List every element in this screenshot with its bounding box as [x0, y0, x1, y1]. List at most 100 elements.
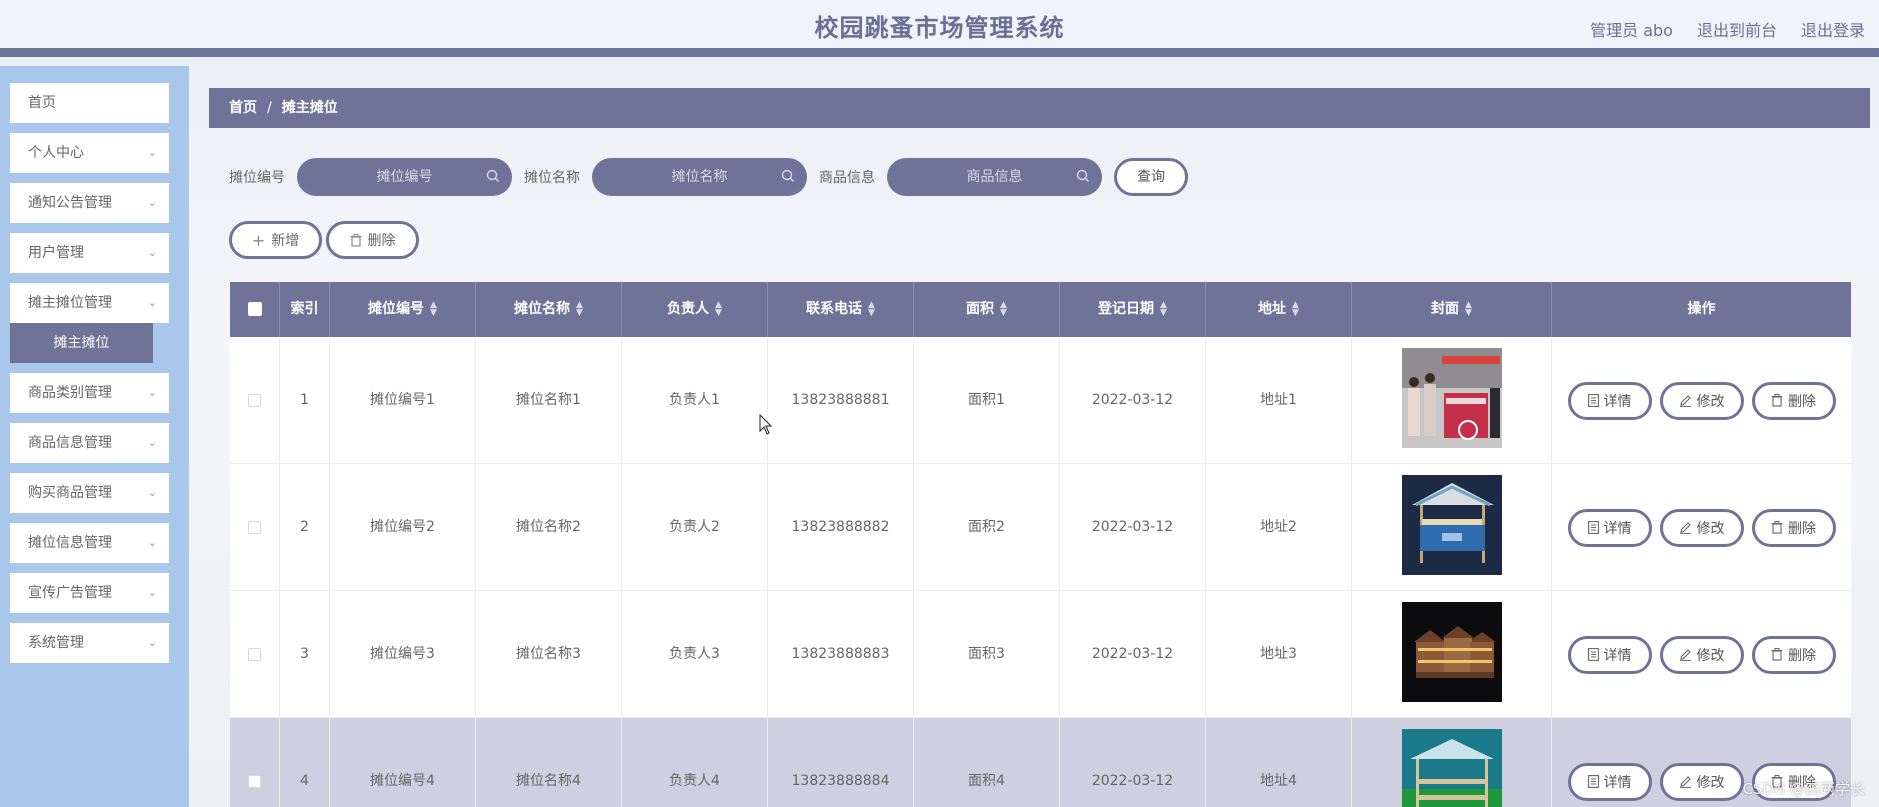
cover-image[interactable] — [1402, 475, 1502, 575]
col-phone[interactable]: 联系电话 ▲ ▼ — [768, 282, 914, 337]
sidebar-item-stall-owner-management[interactable]: 摊主摊位管理 ⌄ — [10, 283, 169, 323]
sort-icon: ▲ ▼ — [1160, 300, 1167, 318]
edit-icon — [1679, 395, 1691, 407]
cell-phone: 13823888884 — [768, 718, 914, 807]
sort-icon: ▲ ▼ — [1465, 300, 1472, 318]
sidebar-item-notice-management[interactable]: 通知公告管理 ⌄ — [10, 183, 169, 223]
delete-label: 删除 — [1788, 393, 1816, 410]
chevron-down-icon: ⌄ — [147, 436, 157, 449]
detail-button[interactable]: 详情 — [1567, 762, 1652, 801]
detail-label: 详情 — [1603, 520, 1632, 537]
cover-image[interactable] — [1402, 602, 1502, 702]
edit-icon — [1679, 649, 1691, 661]
sort-icon: ▲ ▼ — [868, 300, 875, 318]
sidebar-item-personal-center[interactable]: 个人中心 ⌄ — [10, 133, 169, 173]
cell-operations: 详情 修改 删除 — [1552, 337, 1851, 464]
sort-icon: ▲ ▼ — [430, 300, 437, 318]
sidebar-item-label: 宣传广告管理 — [28, 585, 112, 601]
row-checkbox[interactable] — [248, 647, 261, 661]
cell-date: 2022-03-12 — [1060, 464, 1206, 591]
admin-user-label[interactable]: 管理员 abo — [1590, 17, 1673, 41]
search-icon — [1076, 169, 1089, 182]
cell-date: 2022-03-12 — [1060, 337, 1206, 464]
detail-button[interactable]: 详情 — [1567, 635, 1652, 674]
cell-operations: 详情 修改 删除 — [1552, 591, 1851, 718]
stall-name-input[interactable] — [592, 158, 807, 196]
sidebar-item-home[interactable]: 首页 — [10, 83, 169, 123]
sidebar-subitem-stall-owner-stall[interactable]: 摊主摊位 — [10, 323, 153, 363]
col-label: 摊位编号 — [368, 301, 425, 317]
edit-label: 修改 — [1696, 520, 1725, 537]
stall-code-input[interactable] — [297, 158, 512, 196]
cell-index: 3 — [280, 591, 330, 718]
delete-button[interactable]: 删除 — [1751, 635, 1836, 674]
delete-button[interactable]: 删除 — [1751, 381, 1836, 420]
goods-info-input[interactable] — [887, 158, 1102, 196]
sidebar-item-label: 通知公告管理 — [28, 195, 112, 211]
sidebar-item-stall-info-management[interactable]: 摊位信息管理 ⌄ — [10, 523, 169, 563]
edit-label: 修改 — [1696, 774, 1725, 791]
chevron-down-icon: ⌄ — [147, 536, 157, 549]
col-date[interactable]: 登记日期 ▲ ▼ — [1060, 282, 1206, 337]
row-checkbox[interactable] — [248, 520, 261, 534]
row-checkbox[interactable] — [248, 774, 261, 788]
table-row: 2 摊位编号2 摊位名称2 负责人2 13823888882 面积2 2022-… — [230, 464, 1851, 591]
watermark: CSDN @四两学长 — [1742, 780, 1865, 798]
col-area[interactable]: 面积 ▲ ▼ — [914, 282, 1060, 337]
goods-info-search — [887, 158, 1102, 196]
add-button[interactable]: + 新增 — [229, 221, 322, 259]
cell-phone: 13823888881 — [768, 337, 914, 464]
delete-button[interactable]: 删除 — [1751, 508, 1836, 547]
sidebar-item-label: 用户管理 — [28, 245, 84, 261]
edit-label: 修改 — [1696, 393, 1725, 410]
cell-address: 地址4 — [1206, 718, 1352, 807]
select-all-checkbox[interactable] — [247, 302, 262, 316]
cell-operations: 详情 修改 删除 — [1552, 464, 1851, 591]
row-select-cell — [230, 591, 280, 718]
top-bar: 校园跳蚤市场管理系统 管理员 abo 退出到前台 退出登录 — [0, 0, 1879, 57]
cell-phone: 13823888882 — [768, 464, 914, 591]
batch-delete-button[interactable]: 删除 — [326, 221, 419, 259]
breadcrumb-home[interactable]: 首页 — [229, 100, 257, 116]
logout-link[interactable]: 退出登录 — [1801, 17, 1865, 41]
col-stall-name[interactable]: 摊位名称 ▲ ▼ — [476, 282, 622, 337]
delete-label: 删除 — [1788, 647, 1816, 664]
sidebar-item-label: 购买商品管理 — [28, 485, 112, 501]
col-cover[interactable]: 封面 ▲ ▼ — [1352, 282, 1552, 337]
col-owner[interactable]: 负责人 ▲ ▼ — [622, 282, 768, 337]
sidebar-item-label: 系统管理 — [28, 635, 84, 651]
sidebar-item-purchase-management[interactable]: 购买商品管理 ⌄ — [10, 473, 169, 513]
sidebar-item-ad-management[interactable]: 宣传广告管理 ⌄ — [10, 573, 169, 613]
detail-button[interactable]: 详情 — [1567, 508, 1652, 547]
edit-button[interactable]: 修改 — [1659, 762, 1744, 801]
chevron-down-icon: ⌄ — [147, 196, 157, 209]
table-row: 3 摊位编号3 摊位名称3 负责人3 13823888883 面积3 2022-… — [230, 591, 1851, 718]
sidebar-item-system-management[interactable]: 系统管理 ⌄ — [10, 623, 169, 663]
cell-stall-code: 摊位编号2 — [330, 464, 476, 591]
cell-owner: 负责人4 — [622, 718, 768, 807]
col-label: 负责人 — [667, 301, 710, 317]
exit-to-front-link[interactable]: 退出到前台 — [1697, 17, 1777, 41]
sidebar-item-category-management[interactable]: 商品类别管理 ⌄ — [10, 373, 169, 413]
detail-button[interactable]: 详情 — [1567, 381, 1652, 420]
table-row: 4 摊位编号4 摊位名称4 负责人4 13823888884 面积4 2022-… — [230, 718, 1851, 807]
edit-button[interactable]: 修改 — [1659, 635, 1744, 674]
col-address[interactable]: 地址 ▲ ▼ — [1206, 282, 1352, 337]
detail-label: 详情 — [1603, 774, 1632, 791]
edit-icon — [1679, 776, 1691, 788]
cover-image[interactable] — [1402, 729, 1502, 807]
sidebar-item-goods-management[interactable]: 商品信息管理 ⌄ — [10, 423, 169, 463]
cell-owner: 负责人2 — [622, 464, 768, 591]
row-checkbox[interactable] — [248, 393, 261, 407]
col-index: 索引 — [280, 282, 330, 337]
edit-button[interactable]: 修改 — [1659, 381, 1744, 420]
cell-index: 4 — [280, 718, 330, 807]
delete-label: 删除 — [1788, 520, 1816, 537]
col-stall-code[interactable]: 摊位编号 ▲ ▼ — [330, 282, 476, 337]
cover-image[interactable] — [1402, 348, 1502, 448]
edit-button[interactable]: 修改 — [1659, 508, 1744, 547]
query-button[interactable]: 查询 — [1114, 158, 1188, 196]
cell-address: 地址1 — [1206, 337, 1352, 464]
sidebar-item-user-management[interactable]: 用户管理 ⌄ — [10, 233, 169, 273]
search-icon — [781, 169, 794, 182]
